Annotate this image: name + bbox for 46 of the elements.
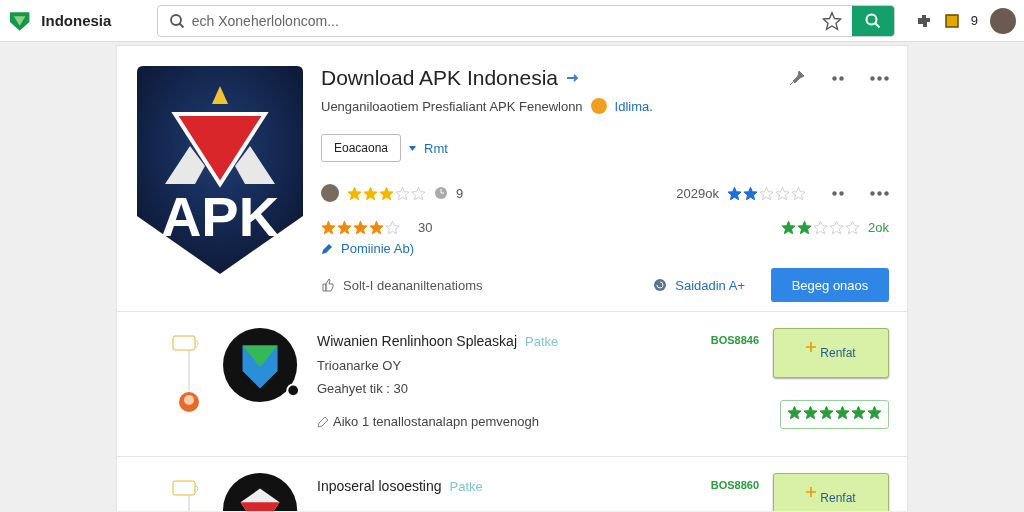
square-icon[interactable] (944, 13, 959, 28)
download-count: 2029ok (676, 185, 719, 201)
brand-name: Indonesia (41, 12, 113, 29)
app-code: BOS8846 (710, 334, 759, 346)
more-icon[interactable] (832, 190, 844, 196)
app-meta: Geahyet tik : 30 (317, 381, 410, 396)
apk-logo: APK (135, 66, 305, 276)
refresh-icon (653, 278, 668, 292)
install-button[interactable]: Renfat (773, 328, 889, 378)
rating-count: 2ok (868, 220, 889, 235)
developer-name: Trioanarke OY (317, 358, 403, 373)
notification-count[interactable]: 9 (970, 13, 978, 28)
pin-icon[interactable] (788, 69, 806, 87)
subtitle-link[interactable]: Idlima. (614, 98, 653, 114)
rating-count: 30 (418, 220, 433, 235)
app-tag: Patke (525, 334, 559, 349)
note-text: Solt-I deananiltenatioms (343, 277, 483, 293)
rating-count: 9 (456, 185, 464, 201)
pencil-icon (321, 242, 333, 255)
more-icon[interactable] (870, 75, 889, 81)
outline-button[interactable]: Eoacaona (321, 134, 402, 162)
avatar (321, 184, 339, 202)
star-icon[interactable] (821, 10, 842, 31)
app-code: BOS8860 (710, 479, 759, 491)
search-bar[interactable]: ech Xoneherloloncom... (156, 4, 895, 37)
more-icon[interactable] (870, 190, 889, 196)
app-tag: Patke (449, 479, 483, 494)
arrow-icon (566, 73, 580, 83)
app-name[interactable]: Wiwanien Renlinhoon Spleaskaj (317, 333, 517, 349)
avatar[interactable] (990, 7, 1016, 34)
install-button[interactable]: Renfat (773, 473, 889, 511)
app-subtitle: Uenganiloaotiem Presfialiant APK Fenewlonn (321, 98, 583, 114)
edit-link[interactable]: Rmt (424, 140, 448, 156)
author-link[interactable]: Pomiinie Ab) (341, 241, 414, 256)
caret-icon (409, 145, 417, 151)
pencil-icon (317, 415, 329, 428)
primary-button[interactable]: Begeg onaos (771, 268, 889, 302)
app-note: Aiko 1 tenallostanalapn pemvenogh (333, 414, 539, 429)
more-icon[interactable] (832, 75, 844, 81)
search-button[interactable] (851, 5, 894, 36)
app-title: Download APK Indonesia (321, 66, 558, 90)
clock-icon (434, 186, 448, 200)
app-name[interactable]: Inposeral losoesting (317, 478, 442, 494)
thumb-icon (321, 278, 335, 292)
secondary-link[interactable]: Saidadin A+ (675, 277, 745, 293)
search-icon (863, 11, 882, 30)
